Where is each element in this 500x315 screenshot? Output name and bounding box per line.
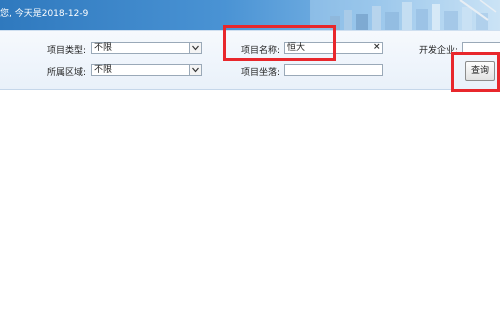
welcome-text: 您, 今天是2018-12-9 — [0, 9, 89, 19]
region-select[interactable]: 不限 — [91, 64, 202, 76]
project-type-label: 项目类型: — [47, 46, 87, 56]
region-value: 不限 — [94, 65, 113, 75]
project-type-value: 不限 — [94, 43, 113, 53]
project-type-select[interactable]: 不限 — [91, 42, 202, 54]
highlight-box-project-name — [223, 25, 336, 61]
region-label: 所属区域: — [47, 68, 87, 78]
city-skyline-image — [310, 0, 500, 30]
chevron-down-icon[interactable] — [189, 65, 201, 75]
location-label: 项目坐落: — [241, 68, 281, 78]
location-input[interactable] — [284, 64, 383, 76]
highlight-box-search-button — [451, 52, 500, 92]
clear-icon[interactable]: × — [373, 42, 381, 52]
chevron-down-icon[interactable] — [189, 43, 201, 53]
